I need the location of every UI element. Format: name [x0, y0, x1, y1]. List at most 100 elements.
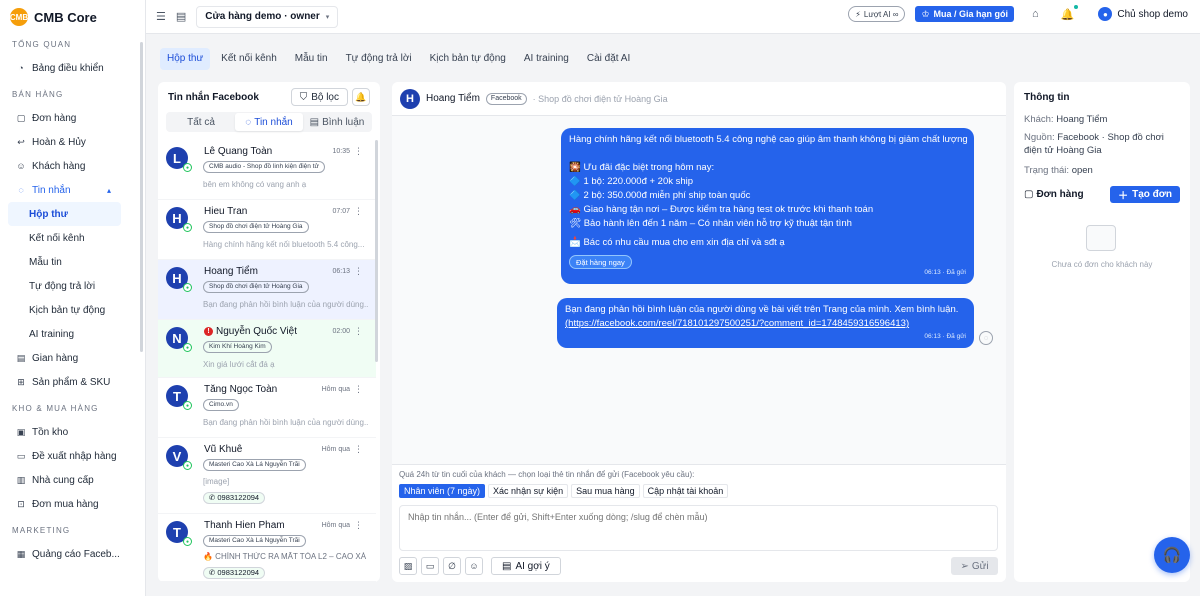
tab-templates[interactable]: Mẫu tin — [288, 48, 335, 70]
video-icon[interactable]: ▭ — [421, 557, 439, 575]
more-icon[interactable]: ⋮ — [354, 520, 363, 531]
nav-inbox[interactable]: Hộp thư — [8, 202, 121, 226]
nav-stores[interactable]: ▤ Gian hàng — [0, 346, 145, 370]
composer-toolbar: ▨ ▭ ∅ ☺ ▤ AI gợi ý — [399, 557, 561, 575]
nav-auto-reply[interactable]: Tự động trả lời — [0, 274, 145, 298]
conversation-item[interactable]: H ● Hieu Tran 07:07 ⋮ Shop đồ chơi điện … — [158, 200, 376, 260]
more-icon[interactable]: ⋮ — [354, 206, 363, 217]
conversation-name: Vũ Khuê — [204, 444, 243, 455]
more-icon[interactable]: ⋮ — [354, 326, 363, 337]
nav-suppliers[interactable]: ▥ Nhà cung cấp — [0, 468, 145, 492]
tab-automation-script[interactable]: Kịch bản tự động — [423, 48, 513, 70]
app-name: CMB Core — [34, 9, 97, 25]
comment-link[interactable]: (https://facebook.com/reel/7181012975002… — [565, 318, 909, 329]
tag-human-agent[interactable]: Nhân viên (7 ngày) — [399, 484, 486, 498]
nav-stock[interactable]: ▣ Tồn kho — [0, 420, 145, 444]
order-now-button[interactable]: Đặt hàng ngay — [569, 255, 632, 269]
ai-quota-pill[interactable]: ⚡ Lượt AI ∞ — [848, 6, 906, 22]
user-menu[interactable]: ● Chủ shop demo — [1098, 7, 1188, 21]
conversation-time: 06:13 — [332, 268, 350, 275]
conversation-item[interactable]: V ● Vũ Khuê Hôm qua ⋮ Masteri Cao Xà Lá … — [158, 438, 376, 514]
buy-plan-button[interactable]: ♔ Mua / Gia hạn gói — [915, 6, 1015, 22]
nav-purchase-orders[interactable]: ⊡ Đơn mua hàng — [0, 492, 145, 516]
nav-channel-connect[interactable]: Kết nối kênh — [0, 226, 145, 250]
conversation-item-selected[interactable]: H ● Hoang Tiểm 06:13 ⋮ Shop đồ chơi điện… — [158, 260, 376, 320]
filter-button[interactable]: ⛉ Bộ lọc — [290, 88, 348, 106]
message-meta: 06:13 · Đã gửi — [924, 333, 966, 340]
conversation-name: Hieu Tran — [204, 206, 248, 217]
conversation-preview: Bạn đang phản hồi bình luận của người dù… — [203, 418, 368, 427]
empty-box-icon — [1086, 225, 1116, 251]
phone-chip[interactable]: ✆ 0983122094 — [203, 567, 266, 579]
more-icon[interactable]: ⋮ — [354, 266, 363, 277]
create-order-button[interactable]: ＋ Tạo đơn — [1110, 186, 1180, 203]
conversation-preview: Xin giá lưới cắt đá ạ — [203, 360, 275, 369]
notification-toggle-button[interactable]: 🔔 — [352, 88, 370, 106]
gauge-icon: ◔ — [18, 63, 24, 73]
segment-messages[interactable]: ◌ Tin nhắn — [235, 113, 303, 131]
nav-orders[interactable]: ▢ Đơn hàng — [0, 106, 145, 130]
ai-suggest-button[interactable]: ▤ AI gợi ý — [491, 557, 561, 575]
tag-account-update[interactable]: Cập nhật tài khoản — [642, 484, 729, 498]
menu-icon[interactable]: ☰ — [156, 10, 166, 23]
nav-ai-training[interactable]: AI training — [0, 322, 145, 346]
conversation-item[interactable]: T ● Tăng Ngọc Toàn Hôm qua ⋮ Cimo.vn Bạn… — [158, 378, 376, 438]
phone-chip[interactable]: ✆ 0983122094 — [203, 492, 266, 504]
grid-icon: ⊞ — [17, 376, 25, 387]
nav-returns[interactable]: ↩ Hoàn & Hủy — [0, 130, 145, 154]
section-sales: BÁN HÀNG — [12, 90, 64, 99]
return-icon: ↩ — [17, 136, 25, 147]
list-scrollbar[interactable] — [375, 140, 378, 362]
message-tag-selector: Nhân viên (7 ngày) Xác nhận sự kiện Sau … — [399, 484, 729, 498]
store-selector[interactable]: Cửa hàng demo · owner ▾ — [196, 5, 339, 28]
sidebar-scrollbar[interactable] — [140, 42, 143, 352]
bell-icon[interactable]: 🔔 — [1061, 4, 1079, 21]
tab-inbox[interactable]: Hộp thư — [160, 48, 211, 70]
nav-products[interactable]: ⊞ Sản phẩm & SKU — [0, 370, 145, 394]
section-overview: TỔNG QUAN — [12, 40, 72, 49]
more-icon[interactable]: ⋮ — [354, 444, 363, 455]
ads-icon: ▦ — [16, 548, 26, 559]
support-headset-button[interactable]: 🎧 — [1154, 537, 1190, 573]
more-icon[interactable]: ⋮ — [354, 146, 363, 157]
store-icon: ▤ — [16, 352, 26, 363]
calendar-icon[interactable]: ▤ — [176, 10, 186, 23]
conversation-time: 10:35 — [332, 148, 350, 155]
emoji-icon[interactable]: ☺ — [465, 557, 483, 575]
message-meta: 06:13 · Đã gửi — [924, 269, 966, 276]
tab-ai-training[interactable]: AI training — [517, 48, 576, 70]
tab-channel-connect[interactable]: Kết nối kênh — [214, 48, 284, 70]
section-marketing: MARKETING — [12, 526, 71, 535]
tag-event-confirm[interactable]: Xác nhận sự kiện — [488, 484, 569, 498]
sparkle-icon: ⚡ — [855, 9, 861, 19]
nav-messages[interactable]: ◌ Tin nhắn ▴ — [0, 178, 145, 202]
conversation-name: Thanh Hien Pham — [204, 520, 285, 531]
chevron-up-icon: ▴ — [106, 185, 111, 195]
conversation-item[interactable]: L ● Lê Quang Toàn 10:35 ⋮ CMB audio - Sh… — [158, 140, 376, 200]
more-icon[interactable]: ⋮ — [354, 384, 363, 395]
segment-comments[interactable]: ▤ Bình luận — [303, 113, 371, 131]
attach-icon[interactable]: ∅ — [443, 557, 461, 575]
gift-icon[interactable]: ⌂ — [1032, 8, 1039, 20]
tab-auto-reply[interactable]: Tự động trả lời — [339, 48, 419, 70]
tab-ai-settings[interactable]: Cài đặt AI — [580, 48, 637, 70]
nav-customers[interactable]: ☺ Khách hàng — [0, 154, 145, 178]
nav-facebook-ads[interactable]: ▦ Quảng cáo Faceb... — [0, 542, 145, 566]
segment-all[interactable]: Tất cả — [167, 113, 235, 131]
nav-automation-script[interactable]: Kịch bản tự động — [0, 298, 145, 322]
tag-post-purchase[interactable]: Sau mua hàng — [571, 484, 640, 498]
inbox-segment-control: Tất cả ◌ Tin nhắn ▤ Bình luận — [166, 112, 372, 132]
conversation-preview: [image] — [203, 477, 230, 486]
nav-restock[interactable]: ▭ Đề xuất nhập hàng — [0, 444, 145, 468]
empty-orders-text: Chưa có đơn cho khách này — [1051, 260, 1153, 269]
image-icon[interactable]: ▨ — [399, 557, 417, 575]
send-button[interactable]: ➢ Gửi — [951, 557, 998, 575]
nav-templates[interactable]: Mẫu tin — [0, 250, 145, 274]
section-inventory: KHO & MUA HÀNG — [12, 404, 99, 413]
notification-dot — [1074, 4, 1079, 9]
message-input[interactable] — [399, 505, 998, 551]
conversation-item[interactable]: T ● Thanh Hien Pham Hôm qua ⋮ Masteri Ca… — [158, 514, 376, 582]
nav-dashboard[interactable]: ◔ Bảng điều khiển — [0, 56, 145, 80]
conversation-item[interactable]: N ● ! Nguyễn Quốc Việt 02:00 ⋮ Kim Khí Ho… — [158, 320, 376, 378]
logo[interactable]: CMB CMB Core — [0, 0, 145, 34]
